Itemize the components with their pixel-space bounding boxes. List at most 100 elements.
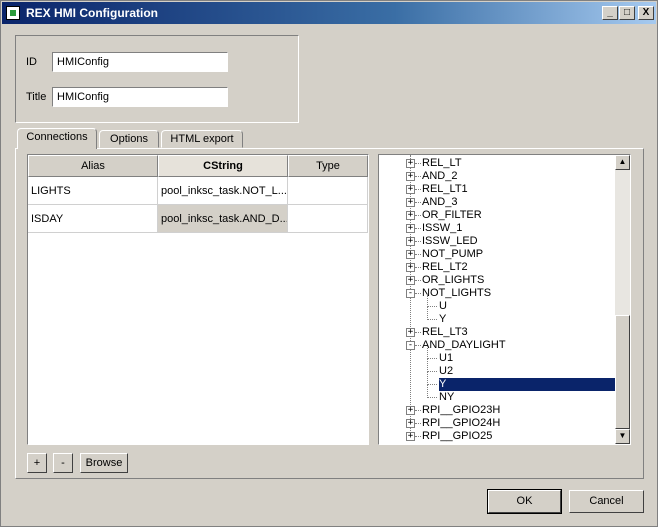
table-cell-alias[interactable]: ISDAY [28,205,158,233]
tree-guide-line [415,189,421,190]
tree-scrollbar[interactable]: ▲ ▼ [615,155,630,444]
tree-guide-line [415,228,421,229]
tree-guide-line [415,345,421,346]
scroll-thumb[interactable] [615,315,630,429]
expand-icon[interactable]: + [406,198,415,207]
browse-button[interactable]: Browse [80,453,128,473]
tree-guide-line [427,385,428,398]
add-row-button[interactable]: + [27,453,47,473]
tree-node-label: NOT_PUMP [422,248,484,260]
tree-guide-line [427,384,437,385]
tab-connections[interactable]: Connections [17,128,97,149]
connections-table: Alias CString Type LIGHTS pool_inksc_tas… [27,154,369,445]
tree-leaf[interactable] [379,352,615,365]
scroll-up-icon[interactable]: ▲ [615,155,630,170]
tree-guide-line [415,241,421,242]
table-cell-type[interactable] [288,205,368,233]
column-header-alias[interactable]: Alias [28,155,158,177]
scroll-down-icon[interactable]: ▼ [615,429,630,444]
tree-node-label: REL_LT2 [422,261,468,273]
tree-leaf-label: Y [438,377,616,392]
tree-node-label: REL_LT1 [422,183,468,195]
table-cell-type[interactable] [288,177,368,205]
tree-leaf[interactable] [379,391,615,404]
tree-guide-line [427,346,428,359]
tree-node-label: RPI__GPIO24H [422,417,501,429]
tree-node-label: REL_LT3 [422,326,468,338]
tree-guide-line [415,293,421,294]
expand-icon[interactable]: + [406,432,415,441]
column-header-cstring[interactable]: CString [158,155,288,177]
tree-guide-line [415,215,421,216]
tab-html-export[interactable]: HTML export [161,130,243,148]
id-title-group [15,35,299,123]
expand-icon[interactable]: + [406,224,415,233]
expand-icon[interactable]: + [406,159,415,168]
tree-guide-line [415,202,421,203]
table-cell-alias[interactable]: LIGHTS [28,177,158,205]
expand-icon[interactable]: + [406,406,415,415]
tree-leaf-label: NY [439,391,455,403]
tree-guide-line [415,254,421,255]
tree-guide-line [415,332,421,333]
tree-node-label: AND_2 [422,170,458,182]
tree-guide-line [427,358,437,359]
expand-icon[interactable]: + [406,172,415,181]
tree-node-label: AND_DAYLIGHT [422,339,506,351]
tree-leaf-label: U [439,300,447,312]
tree-guide-line [415,267,421,268]
expand-icon[interactable]: + [406,185,415,194]
tab-options[interactable]: Options [99,130,159,148]
dialog-window: REX HMI Configuration _ □ X ID HMIConfig… [0,0,658,527]
remove-row-button[interactable]: - [53,453,73,473]
tree-node-label: ISSW_LED [422,235,478,247]
tree-guide-line [415,410,421,411]
tree-node-label: OR_LIGHTS [422,274,485,286]
ok-button[interactable]: OK [487,489,562,514]
tree-node-label: REL_LT [422,157,462,169]
collapse-icon[interactable]: - [406,341,415,350]
expand-icon[interactable]: + [406,276,415,285]
tree-leaf[interactable] [379,313,615,326]
expand-icon[interactable]: + [406,263,415,272]
column-header-type[interactable]: Type [288,155,368,177]
minimize-button[interactable]: _ [602,6,618,20]
tree-guide-line [427,359,428,372]
table-cell-cstring[interactable]: pool_inksc_task.NOT_L... [158,177,288,205]
tree-node-label: OR_FILTER [422,209,482,221]
collapse-icon[interactable]: - [406,289,415,298]
tree-guide-line [427,294,428,307]
id-input[interactable]: HMIConfig [52,52,228,72]
tree-node-label: AND_3 [422,196,458,208]
tree-guide-line [415,163,421,164]
close-button[interactable]: X [638,6,654,20]
tree-node-label: ISSW_1 [422,222,463,234]
tree-guide-line [427,371,437,372]
cancel-button[interactable]: Cancel [569,490,644,513]
table-cell-cstring[interactable]: pool_inksc_task.AND_D... [158,205,288,233]
tree-node-label: RPI__GPIO23H [422,404,501,416]
tree-leaf[interactable] [379,300,615,313]
tree-leaf[interactable] [379,365,615,378]
expand-icon[interactable]: + [406,250,415,259]
tree-node-label: NOT_LIGHTS [422,287,492,299]
tree-leaf-label: Y [439,313,447,325]
tree-guide-line [427,307,428,320]
window-title: REX HMI Configuration [26,6,158,20]
tree-guide-line [415,436,421,437]
block-tree[interactable]: + REL_LT + AND_2 + REL_LT1 + AND_3 + OR_FILTER + IS… [378,154,631,445]
expand-icon[interactable]: + [406,419,415,428]
id-label: ID [26,56,37,68]
title-label: Title [26,91,47,103]
expand-icon[interactable]: + [406,328,415,337]
tree-node-label: RPI__GPIO25 [422,430,493,442]
expand-icon[interactable]: + [406,211,415,220]
title-bar[interactable]: REX HMI Configuration _ □ X [2,2,656,24]
tree-guide-line [427,372,428,385]
title-input[interactable]: HMIConfig [52,87,228,107]
expand-icon[interactable]: + [406,237,415,246]
tree-guide-line [415,176,421,177]
maximize-button[interactable]: □ [619,6,635,20]
tree-guide-line [427,319,437,320]
tree-guide-line [427,306,437,307]
